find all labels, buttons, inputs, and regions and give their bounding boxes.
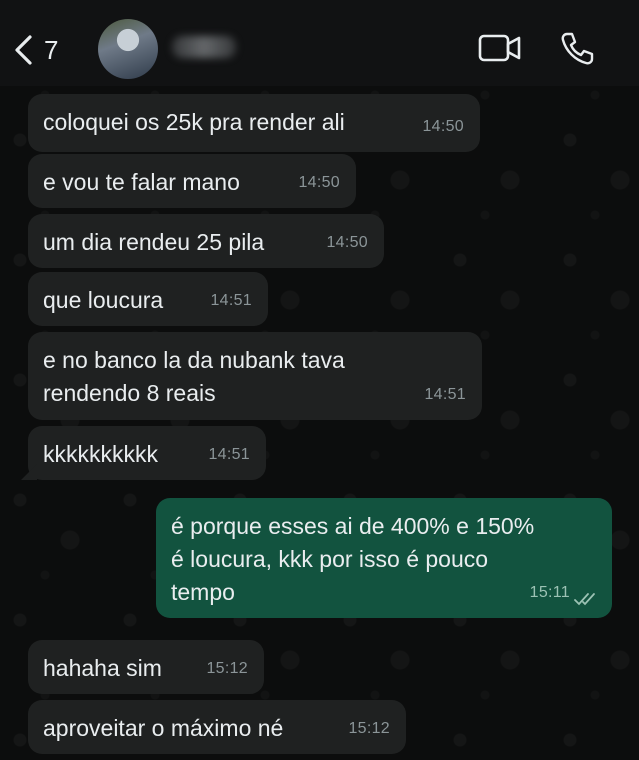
- contact-name[interactable]: [172, 36, 236, 58]
- double-check-icon: [574, 593, 595, 606]
- message-text: um dia rendeu 25 pila: [43, 229, 265, 255]
- message-time: 14:50: [326, 234, 368, 251]
- message-incoming[interactable]: que loucura 14:51: [28, 272, 268, 326]
- message-incoming[interactable]: e no banco la da nubank tava rendendo 8 …: [28, 332, 482, 420]
- chevron-left-icon: [15, 35, 32, 65]
- voice-call-button[interactable]: [558, 30, 596, 68]
- message-text: e no banco la da nubank tava rendendo 8 …: [43, 347, 345, 406]
- message-text: coloquei os 25k pra render ali: [43, 109, 345, 135]
- message-outgoing[interactable]: é porque esses ai de 400% e 150% é loucu…: [156, 498, 612, 618]
- back-button[interactable]: 7: [12, 30, 72, 70]
- message-incoming[interactable]: kkkkkkkkkk 14:51: [28, 426, 266, 480]
- message-incoming[interactable]: e vou te falar mano 14:50: [28, 154, 356, 208]
- message-list[interactable]: coloquei os 25k pra render ali 14:50 e v…: [0, 86, 639, 760]
- phone-icon: [561, 32, 594, 65]
- message-incoming[interactable]: aproveitar o máximo né 15:12: [28, 700, 406, 754]
- message-incoming[interactable]: hahaha sim 15:12: [28, 640, 264, 694]
- message-text: e vou te falar mano: [43, 169, 240, 195]
- message-text: aproveitar o máximo né: [43, 715, 284, 741]
- unread-count: 7: [44, 34, 59, 65]
- chat-header: 7: [0, 0, 639, 86]
- message-time: 14:51: [208, 446, 250, 463]
- message-time: 15:12: [206, 660, 248, 677]
- message-time: 15:11: [529, 584, 570, 601]
- video-call-button[interactable]: [478, 30, 522, 66]
- message-time: 14:51: [210, 292, 252, 309]
- message-time: 14:50: [422, 118, 464, 135]
- message-time: 14:50: [298, 174, 340, 191]
- message-incoming[interactable]: coloquei os 25k pra render ali 14:50: [28, 94, 480, 152]
- video-camera-icon: [478, 34, 521, 62]
- message-time: 14:51: [424, 386, 466, 403]
- message-time: 15:12: [348, 720, 390, 737]
- avatar[interactable]: [98, 19, 158, 79]
- message-incoming[interactable]: um dia rendeu 25 pila 14:50: [28, 214, 384, 268]
